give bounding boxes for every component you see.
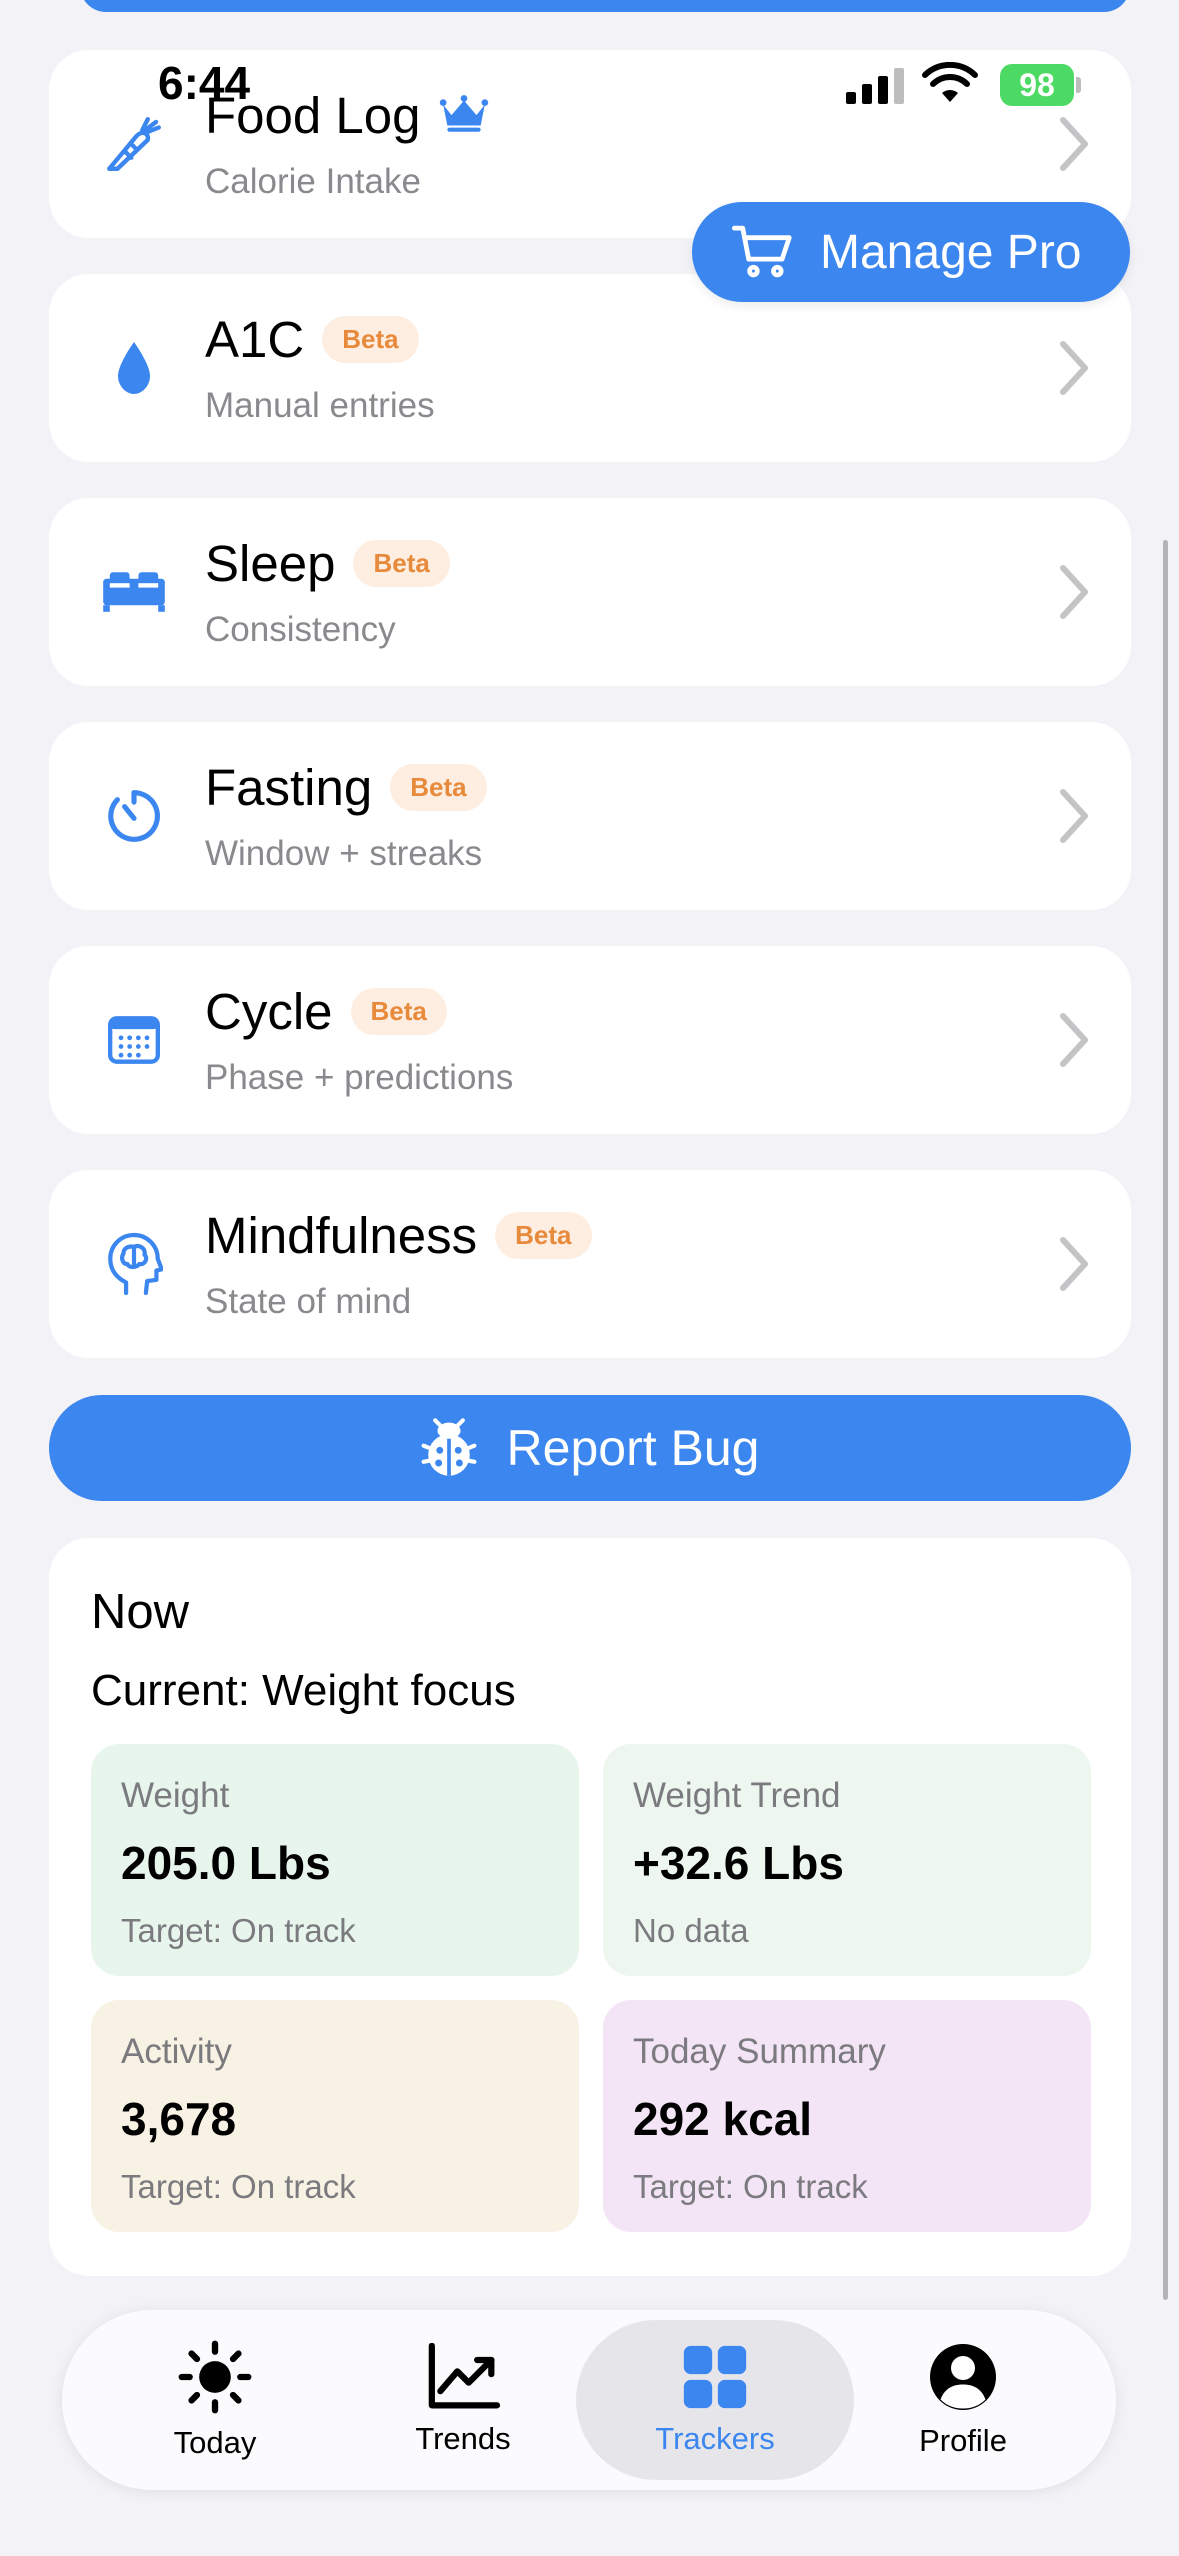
manage-pro-label: Manage Pro — [820, 225, 1082, 279]
metric-tile-today-summary[interactable]: Today Summary 292 kcal Target: On track — [603, 2000, 1091, 2232]
battery-tip — [1076, 77, 1081, 93]
chevron-right-icon — [1060, 1237, 1088, 1291]
tab-bar: Today Trends Trackers Profile — [62, 2310, 1116, 2490]
tracker-title: Sleep Beta — [205, 534, 450, 593]
chevron-right-icon — [1060, 1013, 1088, 1067]
tracker-title: Mindfulness Beta — [205, 1206, 592, 1265]
chevron-right-icon — [1060, 117, 1088, 171]
beta-badge: Beta — [322, 316, 419, 363]
battery-icon: 98 — [1000, 64, 1074, 106]
metric-tile-activity[interactable]: Activity 3,678 Target: On track — [91, 2000, 579, 2232]
status-time: 6:44 — [158, 57, 251, 109]
ladybug-icon — [421, 1418, 476, 1476]
metric-tile-weight[interactable]: Weight 205.0 Lbs Target: On track — [91, 1744, 579, 1976]
tile-note: Target: On track — [633, 2168, 868, 2205]
tracker-subtitle: State of mind — [205, 1282, 412, 1321]
tab-profile[interactable]: Profile — [848, 2310, 1078, 2490]
tab-label: Today — [173, 2425, 257, 2460]
tile-note: Target: On track — [121, 2168, 356, 2205]
beta-badge: Beta — [350, 988, 447, 1035]
tracker-card-cycle[interactable]: Cycle Beta Phase + predictions — [49, 946, 1131, 1134]
now-focus: Current: Weight focus — [91, 1666, 516, 1715]
tab-label: Trackers — [655, 2421, 775, 2456]
tile-label: Weight — [121, 1776, 230, 1815]
chevron-right-icon — [1060, 789, 1088, 843]
tracker-card-fasting[interactable]: Fasting Beta Window + streaks — [49, 722, 1131, 910]
chevron-right-icon — [1060, 565, 1088, 619]
tracker-subtitle: Calorie Intake — [205, 162, 421, 201]
timer-icon — [94, 776, 174, 856]
sun-icon — [178, 2340, 252, 2414]
bed-icon — [94, 552, 174, 632]
tab-trackers[interactable]: Trackers — [576, 2320, 854, 2480]
tracker-subtitle: Window + streaks — [205, 834, 483, 873]
tile-note: No data — [633, 1912, 749, 1949]
now-title: Now — [91, 1585, 190, 1639]
brain-head-icon — [94, 1224, 174, 1304]
tracker-title: A1C Beta — [205, 310, 419, 369]
beta-badge: Beta — [495, 1212, 592, 1259]
tile-value: +32.6 Lbs — [633, 1837, 844, 1889]
tile-value: 3,678 — [121, 2093, 237, 2145]
tracker-subtitle: Consistency — [205, 610, 396, 649]
now-summary-card: Now Current: Weight focus Weight 205.0 L… — [49, 1538, 1131, 2276]
tile-value: 205.0 Lbs — [121, 1837, 331, 1889]
tracker-card-mindfulness[interactable]: Mindfulness Beta State of mind — [49, 1170, 1131, 1358]
wifi-icon — [922, 62, 978, 102]
tracker-title: Cycle Beta — [205, 982, 447, 1041]
chart-trend-icon — [428, 2343, 501, 2409]
beta-badge: Beta — [353, 540, 450, 587]
tile-label: Today Summary — [633, 2032, 886, 2071]
tile-label: Activity — [121, 2032, 232, 2071]
tracker-title: Fasting Beta — [205, 758, 487, 817]
status-bar: 6:44 98 — [0, 0, 1179, 120]
scrollbar[interactable] — [1163, 540, 1168, 2300]
tracker-card-a1c[interactable]: A1C Beta Manual entries — [49, 274, 1131, 462]
tile-value: 292 kcal — [633, 2093, 813, 2145]
report-bug-label: Report Bug — [506, 1420, 760, 1476]
chevron-right-icon — [1060, 341, 1088, 395]
tab-trends[interactable]: Trends — [348, 2310, 578, 2490]
grid-icon — [683, 2345, 747, 2409]
tab-today[interactable]: Today — [100, 2310, 330, 2490]
report-bug-button[interactable]: Report Bug — [49, 1395, 1131, 1501]
tab-label: Trends — [415, 2421, 511, 2456]
drop-icon — [94, 328, 174, 408]
cart-icon — [732, 225, 792, 278]
tab-label: Profile — [919, 2423, 1007, 2458]
calendar-icon — [94, 1000, 174, 1080]
cellular-signal-icon — [846, 68, 904, 104]
tile-note: Target: On track — [121, 1912, 356, 1949]
manage-pro-button[interactable]: Manage Pro — [692, 202, 1130, 302]
tracker-subtitle: Phase + predictions — [205, 1058, 514, 1097]
metric-tile-weight-trend[interactable]: Weight Trend +32.6 Lbs No data — [603, 1744, 1091, 1976]
person-circle-icon — [930, 2344, 996, 2410]
tracker-card-sleep[interactable]: Sleep Beta Consistency — [49, 498, 1131, 686]
tile-label: Weight Trend — [633, 1776, 841, 1815]
tracker-subtitle: Manual entries — [205, 386, 435, 425]
beta-badge: Beta — [390, 764, 487, 811]
